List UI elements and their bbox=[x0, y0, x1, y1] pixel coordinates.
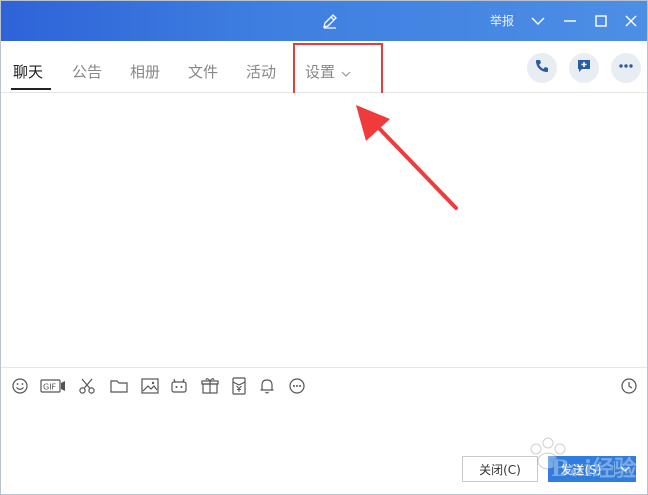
emoji-icon[interactable] bbox=[10, 376, 30, 396]
phone-icon bbox=[534, 58, 550, 78]
send-button[interactable]: 发送(S) bbox=[548, 456, 636, 482]
robot-icon[interactable] bbox=[169, 376, 189, 396]
input-toolbar: GIF bbox=[1, 367, 647, 401]
image-icon[interactable] bbox=[140, 376, 160, 396]
message-input[interactable] bbox=[1, 401, 647, 451]
maximize-icon[interactable] bbox=[591, 11, 611, 31]
chevron-down-icon[interactable] bbox=[528, 11, 548, 31]
history-clock-icon[interactable] bbox=[619, 376, 639, 396]
tab-settings[interactable]: 设置 bbox=[305, 61, 351, 82]
close-button[interactable]: 关闭(C) bbox=[462, 456, 538, 482]
gift-icon[interactable] bbox=[200, 376, 220, 396]
report-link[interactable]: 举报 bbox=[490, 12, 514, 29]
tab-album[interactable]: 相册 bbox=[130, 61, 160, 82]
minimize-icon[interactable] bbox=[560, 11, 580, 31]
chevron-down-icon bbox=[341, 64, 351, 82]
folder-icon[interactable] bbox=[109, 376, 129, 396]
tab-files[interactable]: 文件 bbox=[188, 61, 218, 82]
add-comment-icon bbox=[576, 58, 592, 78]
gif-icon[interactable]: GIF bbox=[40, 376, 66, 396]
tab-settings-label: 设置 bbox=[305, 63, 336, 81]
bell-icon[interactable] bbox=[257, 376, 277, 396]
red-packet-icon[interactable] bbox=[229, 376, 249, 396]
tab-activity[interactable]: 活动 bbox=[246, 61, 276, 82]
more-circle-icon[interactable] bbox=[287, 376, 307, 396]
tab-chat[interactable]: 聊天 bbox=[13, 61, 43, 82]
more-button[interactable] bbox=[611, 53, 641, 83]
phone-button[interactable] bbox=[527, 53, 557, 83]
svg-text:GIF: GIF bbox=[43, 383, 57, 392]
tab-announcement[interactable]: 公告 bbox=[72, 61, 102, 82]
chat-window: 举报 聊天 公告 相册 文件 活动 设置 GIF 关闭(C) 发送(S) Bai… bbox=[0, 0, 648, 495]
edit-icon[interactable] bbox=[321, 12, 339, 30]
tab-bar: 聊天 公告 相册 文件 活动 设置 bbox=[1, 41, 647, 95]
more-icon bbox=[618, 58, 634, 78]
title-bar: 举报 bbox=[1, 1, 647, 41]
active-tab-indicator bbox=[11, 88, 51, 90]
chevron-down-icon[interactable] bbox=[615, 465, 635, 473]
send-button-label: 发送(S) bbox=[560, 462, 602, 477]
scissors-icon[interactable] bbox=[77, 376, 97, 396]
close-icon[interactable] bbox=[621, 11, 641, 31]
add-comment-button[interactable] bbox=[569, 53, 599, 83]
message-area[interactable] bbox=[1, 93, 647, 367]
